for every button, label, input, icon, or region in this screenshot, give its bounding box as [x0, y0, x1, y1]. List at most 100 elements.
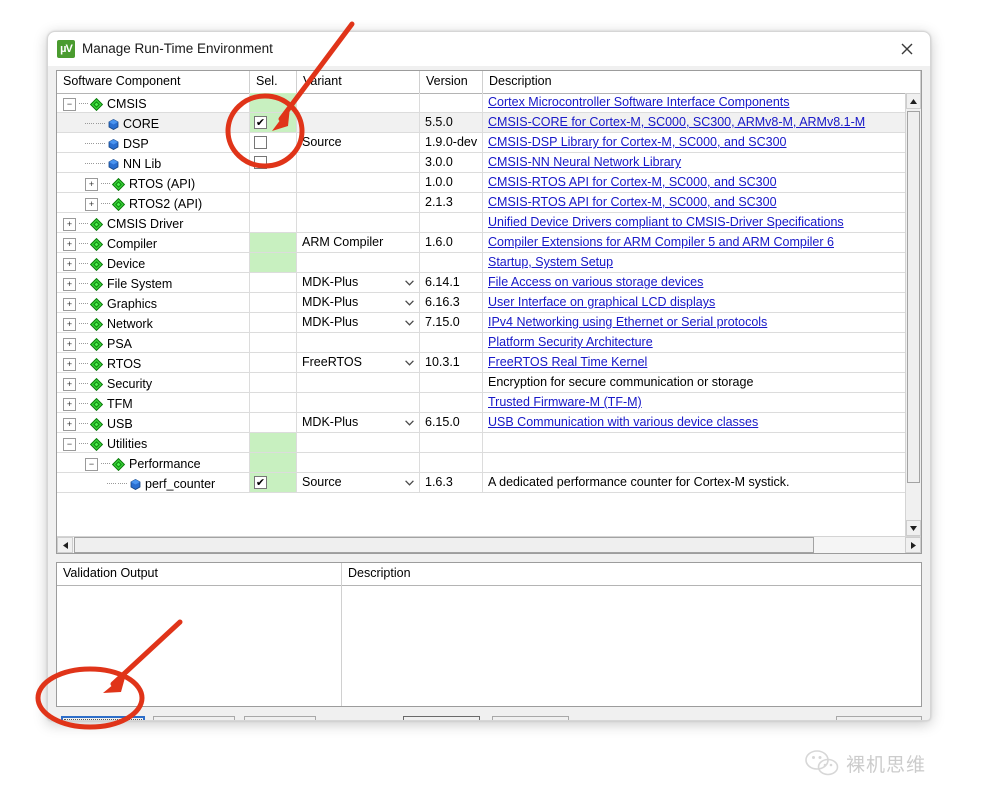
component-name-cell[interactable]: + Graphics: [57, 293, 250, 312]
description-cell[interactable]: USB Communication with various device cl…: [483, 413, 921, 432]
tree-expander-psa[interactable]: +: [63, 337, 76, 351]
select-cell[interactable]: [250, 373, 297, 392]
select-cell[interactable]: [250, 193, 297, 212]
description-label[interactable]: File Access on various storage devices: [488, 275, 703, 289]
column-header-validation-description[interactable]: Description: [342, 563, 921, 585]
select-cell[interactable]: [250, 293, 297, 312]
select-cell[interactable]: [250, 313, 297, 332]
vertical-scrollbar[interactable]: [905, 93, 921, 536]
description-label[interactable]: CMSIS-RTOS API for Cortex-M, SC000, and …: [488, 175, 777, 189]
column-header-variant[interactable]: Variant: [297, 71, 420, 93]
variant-cell[interactable]: [297, 393, 420, 412]
select-cell[interactable]: [250, 433, 297, 452]
select-checkbox[interactable]: ✔: [254, 476, 267, 489]
description-cell[interactable]: CMSIS-CORE for Cortex-M, SC000, SC300, A…: [483, 113, 921, 132]
variant-cell[interactable]: [297, 193, 420, 212]
select-checkbox[interactable]: ✔: [254, 116, 267, 129]
table-row[interactable]: + Compiler ARM Compiler 1.6.0 Compiler Exten…: [57, 233, 921, 253]
table-row[interactable]: + RTOS FreeRTOS 10.3.1 FreeRTOS Real Time Ke…: [57, 353, 921, 373]
description-label[interactable]: CMSIS-NN Neural Network Library: [488, 155, 681, 169]
tree-expander-cmsis[interactable]: −: [63, 97, 76, 111]
help-button[interactable]: Help: [836, 716, 922, 720]
tree-expander-security[interactable]: +: [63, 377, 76, 391]
scroll-left-icon[interactable]: [57, 537, 73, 553]
tree-expander-device[interactable]: +: [63, 257, 76, 271]
select-cell[interactable]: [250, 173, 297, 192]
table-row[interactable]: DSP Source 1.9.0-dev CMSIS-DSP Library for …: [57, 133, 921, 153]
description-cell[interactable]: Startup, System Setup: [483, 253, 921, 272]
select-cell[interactable]: ✔: [250, 473, 297, 492]
select-checkbox[interactable]: [254, 136, 267, 149]
select-cell[interactable]: [250, 393, 297, 412]
description-cell[interactable]: Unified Device Drivers compliant to CMSI…: [483, 213, 921, 232]
variant-cell[interactable]: [297, 93, 420, 112]
description-cell[interactable]: User Interface on graphical LCD displays: [483, 293, 921, 312]
component-name-cell[interactable]: + RTOS (API): [57, 173, 250, 192]
component-name-cell[interactable]: + File System: [57, 273, 250, 292]
select-packs-button[interactable]: Select Packs: [153, 716, 235, 720]
variant-cell[interactable]: [297, 333, 420, 352]
table-row[interactable]: perf_counter ✔ Source 1.6.3 A dedicated perf…: [57, 473, 921, 493]
variant-cell[interactable]: Source: [297, 473, 420, 492]
component-name-cell[interactable]: + USB: [57, 413, 250, 432]
table-row[interactable]: CORE ✔ 5.5.0 CMSIS-CORE for Cortex-M, SC000…: [57, 113, 921, 133]
description-cell[interactable]: CMSIS-RTOS API for Cortex-M, SC000, and …: [483, 173, 921, 192]
tree-expander-rtos2-api-[interactable]: +: [85, 197, 98, 211]
table-row[interactable]: + Device Startup, System Setup: [57, 253, 921, 273]
variant-cell[interactable]: MDK-Plus: [297, 293, 420, 312]
component-name-cell[interactable]: NN Lib: [57, 153, 250, 172]
tree-expander-network[interactable]: +: [63, 317, 76, 331]
tree-expander-file-system[interactable]: +: [63, 277, 76, 291]
select-cell[interactable]: [250, 453, 297, 472]
column-header-version[interactable]: Version: [420, 71, 483, 93]
description-cell[interactable]: Trusted Firmware-M (TF-M): [483, 393, 921, 412]
cancel-button[interactable]: Cancel: [492, 716, 569, 720]
description-cell[interactable]: FreeRTOS Real Time Kernel: [483, 353, 921, 372]
close-icon[interactable]: [884, 32, 930, 65]
variant-cell[interactable]: Source: [297, 133, 420, 152]
description-cell[interactable]: IPv4 Networking using Ethernet or Serial…: [483, 313, 921, 332]
tree-expander-utilities[interactable]: −: [63, 437, 76, 451]
select-cell[interactable]: [250, 333, 297, 352]
select-cell[interactable]: [250, 253, 297, 272]
table-row[interactable]: + Security Encryption for secure communica…: [57, 373, 921, 393]
details-button[interactable]: Details: [244, 716, 316, 720]
variant-dropdown-arrow-icon[interactable]: [402, 316, 416, 330]
table-row[interactable]: + RTOS (API) 1.0.0 CMSIS-RTOS API for Corte…: [57, 173, 921, 193]
select-cell[interactable]: [250, 93, 297, 112]
component-name-cell[interactable]: CORE: [57, 113, 250, 132]
tree-expander-rtos[interactable]: +: [63, 357, 76, 371]
validation-description-list[interactable]: [342, 585, 921, 706]
scroll-right-icon[interactable]: [905, 537, 921, 553]
variant-cell[interactable]: MDK-Plus: [297, 413, 420, 432]
description-cell[interactable]: CMSIS-NN Neural Network Library: [483, 153, 921, 172]
component-name-cell[interactable]: − Performance: [57, 453, 250, 472]
variant-dropdown-arrow-icon[interactable]: [402, 356, 416, 370]
table-row[interactable]: + CMSIS Driver Unified Device Drivers comp…: [57, 213, 921, 233]
description-label[interactable]: Startup, System Setup: [488, 255, 613, 269]
component-name-cell[interactable]: − CMSIS: [57, 93, 250, 112]
column-header-validation-output[interactable]: Validation Output: [57, 563, 342, 585]
column-header-software-component[interactable]: Software Component: [57, 71, 250, 93]
component-name-cell[interactable]: + TFM: [57, 393, 250, 412]
component-name-cell[interactable]: + Device: [57, 253, 250, 272]
select-cell[interactable]: [250, 233, 297, 252]
variant-cell[interactable]: [297, 433, 420, 452]
tree-expander-performance[interactable]: −: [85, 457, 98, 471]
description-label[interactable]: Platform Security Architecture: [488, 335, 653, 349]
variant-dropdown-arrow-icon[interactable]: [402, 476, 416, 490]
variant-cell[interactable]: [297, 373, 420, 392]
description-label[interactable]: CMSIS-RTOS API for Cortex-M, SC000, and …: [488, 195, 777, 209]
component-name-cell[interactable]: − Utilities: [57, 433, 250, 452]
description-cell[interactable]: Compiler Extensions for ARM Compiler 5 a…: [483, 233, 921, 252]
variant-dropdown-arrow-icon[interactable]: [402, 416, 416, 430]
select-cell[interactable]: [250, 213, 297, 232]
table-row[interactable]: + USB MDK-Plus 6.15.0 USB Communication with…: [57, 413, 921, 433]
description-label[interactable]: Unified Device Drivers compliant to CMSI…: [488, 215, 844, 229]
component-name-cell[interactable]: + RTOS: [57, 353, 250, 372]
tree-expander-compiler[interactable]: +: [63, 237, 76, 251]
component-name-cell[interactable]: + PSA: [57, 333, 250, 352]
description-cell[interactable]: Platform Security Architecture: [483, 333, 921, 352]
component-name-cell[interactable]: + Network: [57, 313, 250, 332]
description-label[interactable]: CMSIS-DSP Library for Cortex-M, SC000, a…: [488, 135, 787, 149]
